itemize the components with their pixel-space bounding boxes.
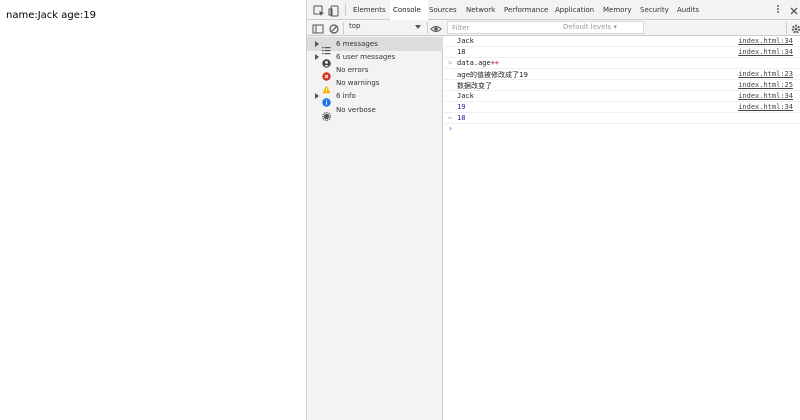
expand-arrow-icon[interactable] xyxy=(315,54,319,60)
sidebar-item-label: No warnings xyxy=(336,79,380,87)
source-link[interactable]: index.html:34 xyxy=(738,92,793,100)
tab-sources[interactable]: Sources xyxy=(429,0,463,20)
info-icon xyxy=(322,92,331,107)
result-text: 18 xyxy=(457,114,466,122)
sidebar-item-label: No errors xyxy=(336,66,369,74)
clear-console-icon[interactable] xyxy=(327,21,341,35)
context-label: top xyxy=(349,22,361,30)
sidebar-item-label: No verbose xyxy=(336,106,376,114)
console-message: Jack index.html:34 xyxy=(444,91,800,102)
result-arrow-icon: ⇐ xyxy=(448,114,453,122)
sidebar-item-label: 6 messages xyxy=(336,40,378,48)
console-message: age的值被修改成了19 index.html:23 xyxy=(444,69,800,80)
sidebar-item-label: 6 user messages xyxy=(336,53,396,61)
toolbar-divider xyxy=(786,22,787,34)
console-toolbar: top Default levels ▾ xyxy=(307,20,800,36)
console-message: 19 index.html:34 xyxy=(444,102,800,113)
command-text: data.age++ xyxy=(457,59,499,67)
warning-icon xyxy=(322,79,331,94)
toolbar-divider xyxy=(343,22,344,34)
inspect-element-icon[interactable] xyxy=(312,3,326,17)
input-prompt-icon: › xyxy=(448,124,453,133)
sidebar-item-user-messages[interactable]: 6 user messages xyxy=(307,50,443,68)
command-name: data.age xyxy=(457,59,491,67)
expand-arrow-icon[interactable] xyxy=(315,93,319,99)
sidebar-item-verbose[interactable]: No verbose xyxy=(307,103,443,121)
expand-arrow-icon[interactable] xyxy=(315,41,319,47)
console-output: Jack index.html:34 18 index.html:34 > da… xyxy=(444,36,800,420)
console-message: 数据改变了 index.html:25 xyxy=(444,80,800,91)
verbose-icon xyxy=(322,106,331,121)
prompt-chevron-icon: > xyxy=(448,59,453,67)
source-link[interactable]: index.html:34 xyxy=(738,37,793,45)
sidebar-item-label: 6 info xyxy=(336,92,356,100)
command-operator: ++ xyxy=(490,59,500,67)
page-text: name:Jack age:19 xyxy=(6,10,96,21)
sidebar-item-warnings[interactable]: No warnings xyxy=(307,76,443,94)
tab-elements[interactable]: Elements xyxy=(353,0,389,20)
toolbar-divider xyxy=(427,22,428,34)
console-command: > data.age++ xyxy=(444,58,800,69)
sidebar-item-errors[interactable]: No errors xyxy=(307,63,443,81)
message-text: age的值被修改成了19 xyxy=(457,71,528,79)
console-result: ⇐ 18 xyxy=(444,113,800,124)
sidebar-toggle-icon[interactable] xyxy=(311,21,325,35)
close-icon[interactable] xyxy=(787,3,800,17)
error-icon xyxy=(322,66,331,81)
gear-icon[interactable] xyxy=(789,21,800,35)
device-toolbar-icon[interactable] xyxy=(327,3,341,17)
user-icon xyxy=(322,53,331,68)
devtools-tabbar: Elements Console Sources Network Perform… xyxy=(307,0,800,20)
tab-performance[interactable]: Performance xyxy=(504,0,554,20)
source-link[interactable]: index.html:34 xyxy=(738,103,793,111)
message-text: Jack xyxy=(457,37,474,45)
console-message: Jack index.html:34 xyxy=(444,36,800,47)
message-text: Jack xyxy=(457,92,474,100)
tab-security[interactable]: Security xyxy=(640,0,674,20)
source-link[interactable]: index.html:25 xyxy=(738,81,793,89)
devtools-panel: Elements Console Sources Network Perform… xyxy=(306,0,800,420)
log-levels-dropdown[interactable]: Default levels ▾ xyxy=(563,23,617,31)
dropdown-arrow-icon xyxy=(415,25,421,29)
sidebar-item-info[interactable]: 6 info xyxy=(307,89,443,107)
tab-console[interactable]: Console xyxy=(390,0,428,20)
eye-icon[interactable] xyxy=(429,21,443,35)
source-link[interactable]: index.html:23 xyxy=(738,70,793,78)
tab-application[interactable]: Application xyxy=(555,0,600,20)
tab-network[interactable]: Network xyxy=(466,0,500,20)
page-viewport: name:Jack age:19 xyxy=(0,0,306,420)
sidebar-item-messages[interactable]: 6 messages xyxy=(307,37,443,55)
message-text: 19 xyxy=(457,103,466,111)
source-link[interactable]: index.html:34 xyxy=(738,48,793,56)
more-options-icon[interactable] xyxy=(777,5,779,14)
console-message: 18 index.html:34 xyxy=(444,47,800,58)
toolbar-divider xyxy=(345,4,346,16)
list-icon xyxy=(322,40,331,55)
console-sidebar: 6 messages 6 user messages No errors No … xyxy=(307,36,443,420)
tab-memory[interactable]: Memory xyxy=(603,0,635,20)
console-input-row[interactable]: › xyxy=(444,124,800,135)
message-text: 数据改变了 xyxy=(457,82,492,90)
tab-audits[interactable]: Audits xyxy=(677,0,707,20)
message-text: 18 xyxy=(457,48,466,56)
context-selector[interactable]: top xyxy=(345,21,423,34)
